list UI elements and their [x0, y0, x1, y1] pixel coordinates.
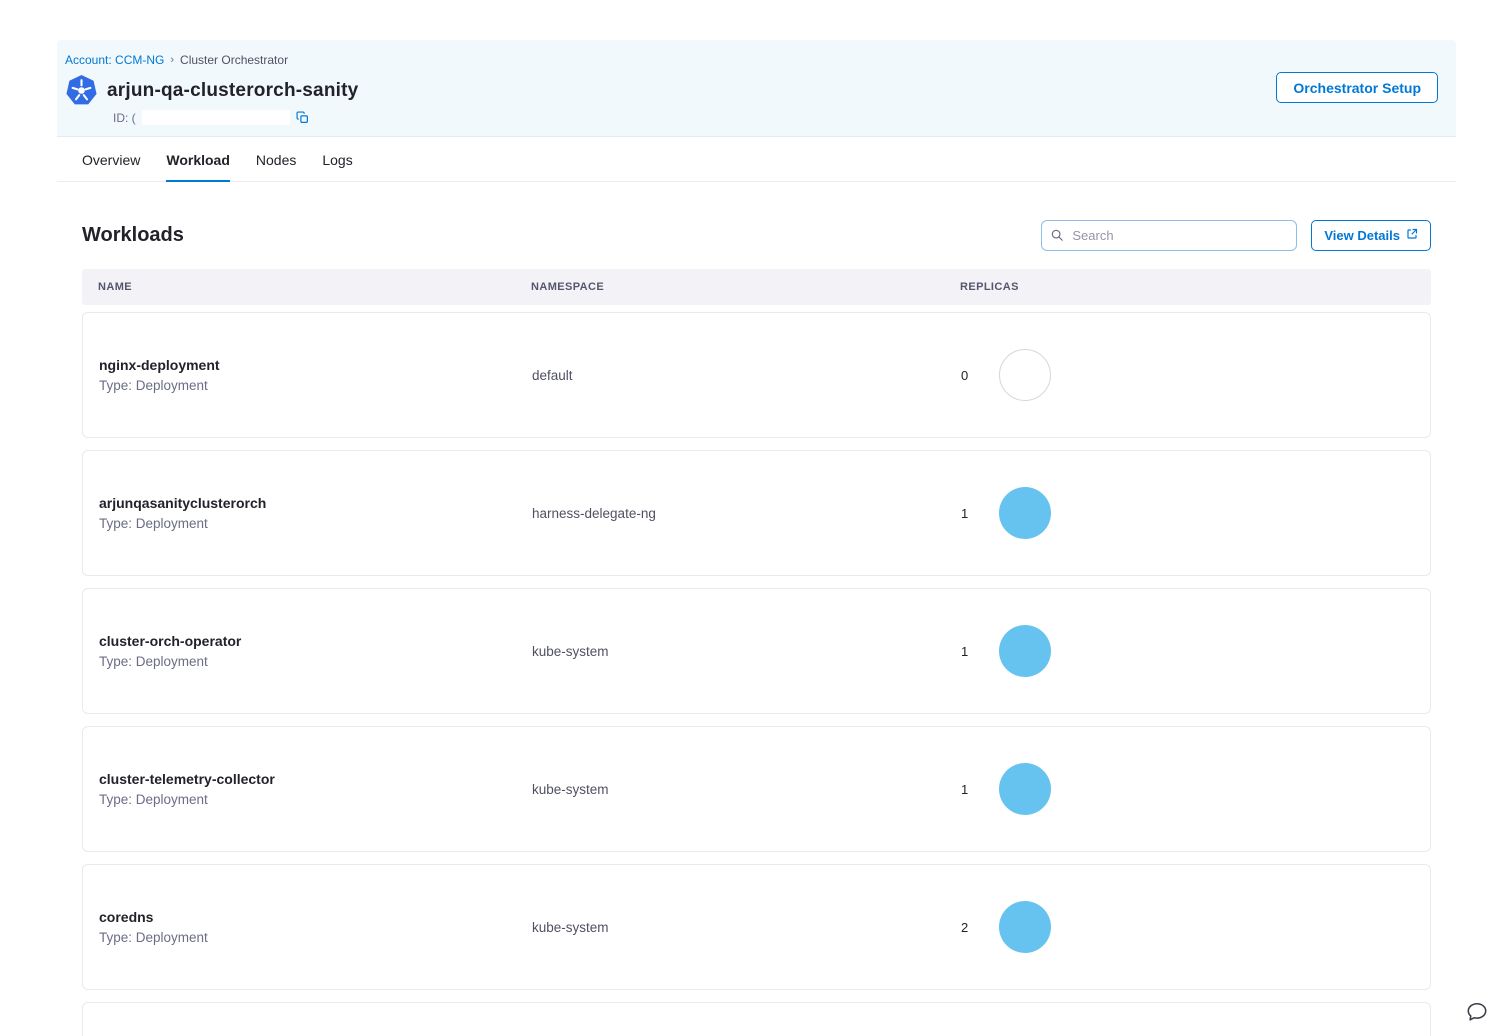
table-row[interactable]: cluster-orch-operator Type: Deployment k…: [82, 588, 1431, 714]
workload-namespace: kube-system: [532, 782, 961, 797]
workload-name: arjunqasanityclusterorch: [99, 495, 532, 511]
workload-name-cell: arjunqasanityclusterorch Type: Deploymen…: [99, 495, 532, 531]
workload-namespace: kube-system: [532, 644, 961, 659]
replicas-cell: 2: [961, 901, 1430, 953]
breadcrumb-account-link[interactable]: Account: CCM-NG: [65, 53, 164, 67]
orchestrator-setup-button[interactable]: Orchestrator Setup: [1276, 72, 1438, 103]
title-row: arjun-qa-clusterorch-sanity: [65, 74, 1438, 107]
replicas-cell: 1: [961, 625, 1430, 677]
workload-type: Type: Deployment: [99, 516, 532, 531]
breadcrumb: Account: CCM-NG › Cluster Orchestrator: [65, 53, 1438, 67]
workload-type: Type: Deployment: [99, 378, 532, 393]
replica-circle: [999, 625, 1051, 677]
content-controls: View Details: [1041, 220, 1431, 251]
tab-nodes[interactable]: Nodes: [256, 152, 296, 181]
workload-namespace: kube-system: [532, 920, 961, 935]
tab-logs[interactable]: Logs: [322, 152, 352, 181]
workload-name-cell: cluster-telemetry-collector Type: Deploy…: [99, 771, 532, 807]
replica-count: 1: [961, 644, 971, 659]
replica-count: 1: [961, 506, 971, 521]
workload-name-cell: nginx-deployment Type: Deployment: [99, 357, 532, 393]
help-chat-icon[interactable]: [1466, 1001, 1488, 1026]
table-row[interactable]: arjunqasanityclusterorch Type: Deploymen…: [82, 450, 1431, 576]
tab-overview[interactable]: Overview: [82, 152, 140, 181]
workload-name: coredns: [99, 909, 532, 925]
copy-icon[interactable]: [296, 111, 309, 124]
breadcrumb-section[interactable]: Cluster Orchestrator: [180, 53, 288, 67]
table-row[interactable]: cluster-telemetry-collector Type: Deploy…: [82, 726, 1431, 852]
page-header: Account: CCM-NG › Cluster Orchestrator: [57, 40, 1456, 137]
search-icon: [1050, 228, 1064, 247]
content-area: Workloads View Details: [57, 182, 1456, 1036]
table-header: NAME NAMESPACE REPLICAS: [82, 269, 1431, 305]
replica-circle: [999, 487, 1051, 539]
tab-workload[interactable]: Workload: [166, 152, 230, 182]
replicas-cell: 0: [961, 349, 1430, 401]
view-details-label: View Details: [1324, 228, 1400, 243]
workload-namespace: default: [532, 368, 961, 383]
workloads-title: Workloads: [82, 224, 184, 247]
column-header-name: NAME: [98, 281, 531, 293]
search-input[interactable]: [1041, 220, 1297, 251]
workload-namespace: harness-delegate-ng: [532, 506, 961, 521]
workload-name: cluster-telemetry-collector: [99, 771, 532, 787]
search-box: [1041, 220, 1297, 251]
workload-type: Type: Deployment: [99, 930, 532, 945]
cluster-id-label: ID: (: [113, 111, 136, 125]
column-header-namespace: NAMESPACE: [531, 281, 960, 293]
workload-type: Type: Deployment: [99, 654, 532, 669]
workload-name-cell: cluster-orch-operator Type: Deployment: [99, 633, 532, 669]
replica-circle: [999, 349, 1051, 401]
workload-type: Type: Deployment: [99, 792, 532, 807]
workload-rows: nginx-deployment Type: Deployment defaul…: [82, 312, 1431, 990]
workload-name: cluster-orch-operator: [99, 633, 532, 649]
replica-count: 1: [961, 782, 971, 797]
table-row-partial[interactable]: [82, 1002, 1431, 1036]
column-header-replicas: REPLICAS: [960, 281, 1431, 293]
page-title: arjun-qa-clusterorch-sanity: [107, 80, 358, 102]
view-details-button[interactable]: View Details: [1311, 220, 1431, 251]
replica-circle: [999, 901, 1051, 953]
replicas-cell: 1: [961, 763, 1430, 815]
replica-count: 2: [961, 920, 971, 935]
replicas-cell: 1: [961, 487, 1430, 539]
replica-count: 0: [961, 368, 971, 383]
chevron-right-icon: ›: [170, 54, 174, 66]
kubernetes-logo-icon: [65, 74, 98, 107]
table-row[interactable]: coredns Type: Deployment kube-system 2: [82, 864, 1431, 990]
tab-bar: Overview Workload Nodes Logs: [57, 137, 1456, 182]
cluster-id-row: ID: (: [113, 110, 1438, 125]
replica-circle: [999, 763, 1051, 815]
content-header: Workloads View Details: [82, 220, 1431, 251]
table-row[interactable]: nginx-deployment Type: Deployment defaul…: [82, 312, 1431, 438]
workload-name-cell: coredns Type: Deployment: [99, 909, 532, 945]
page-container: Account: CCM-NG › Cluster Orchestrator: [57, 40, 1456, 1036]
cluster-id-masked: [142, 110, 290, 125]
workload-name: nginx-deployment: [99, 357, 532, 373]
external-link-icon: [1406, 228, 1418, 243]
